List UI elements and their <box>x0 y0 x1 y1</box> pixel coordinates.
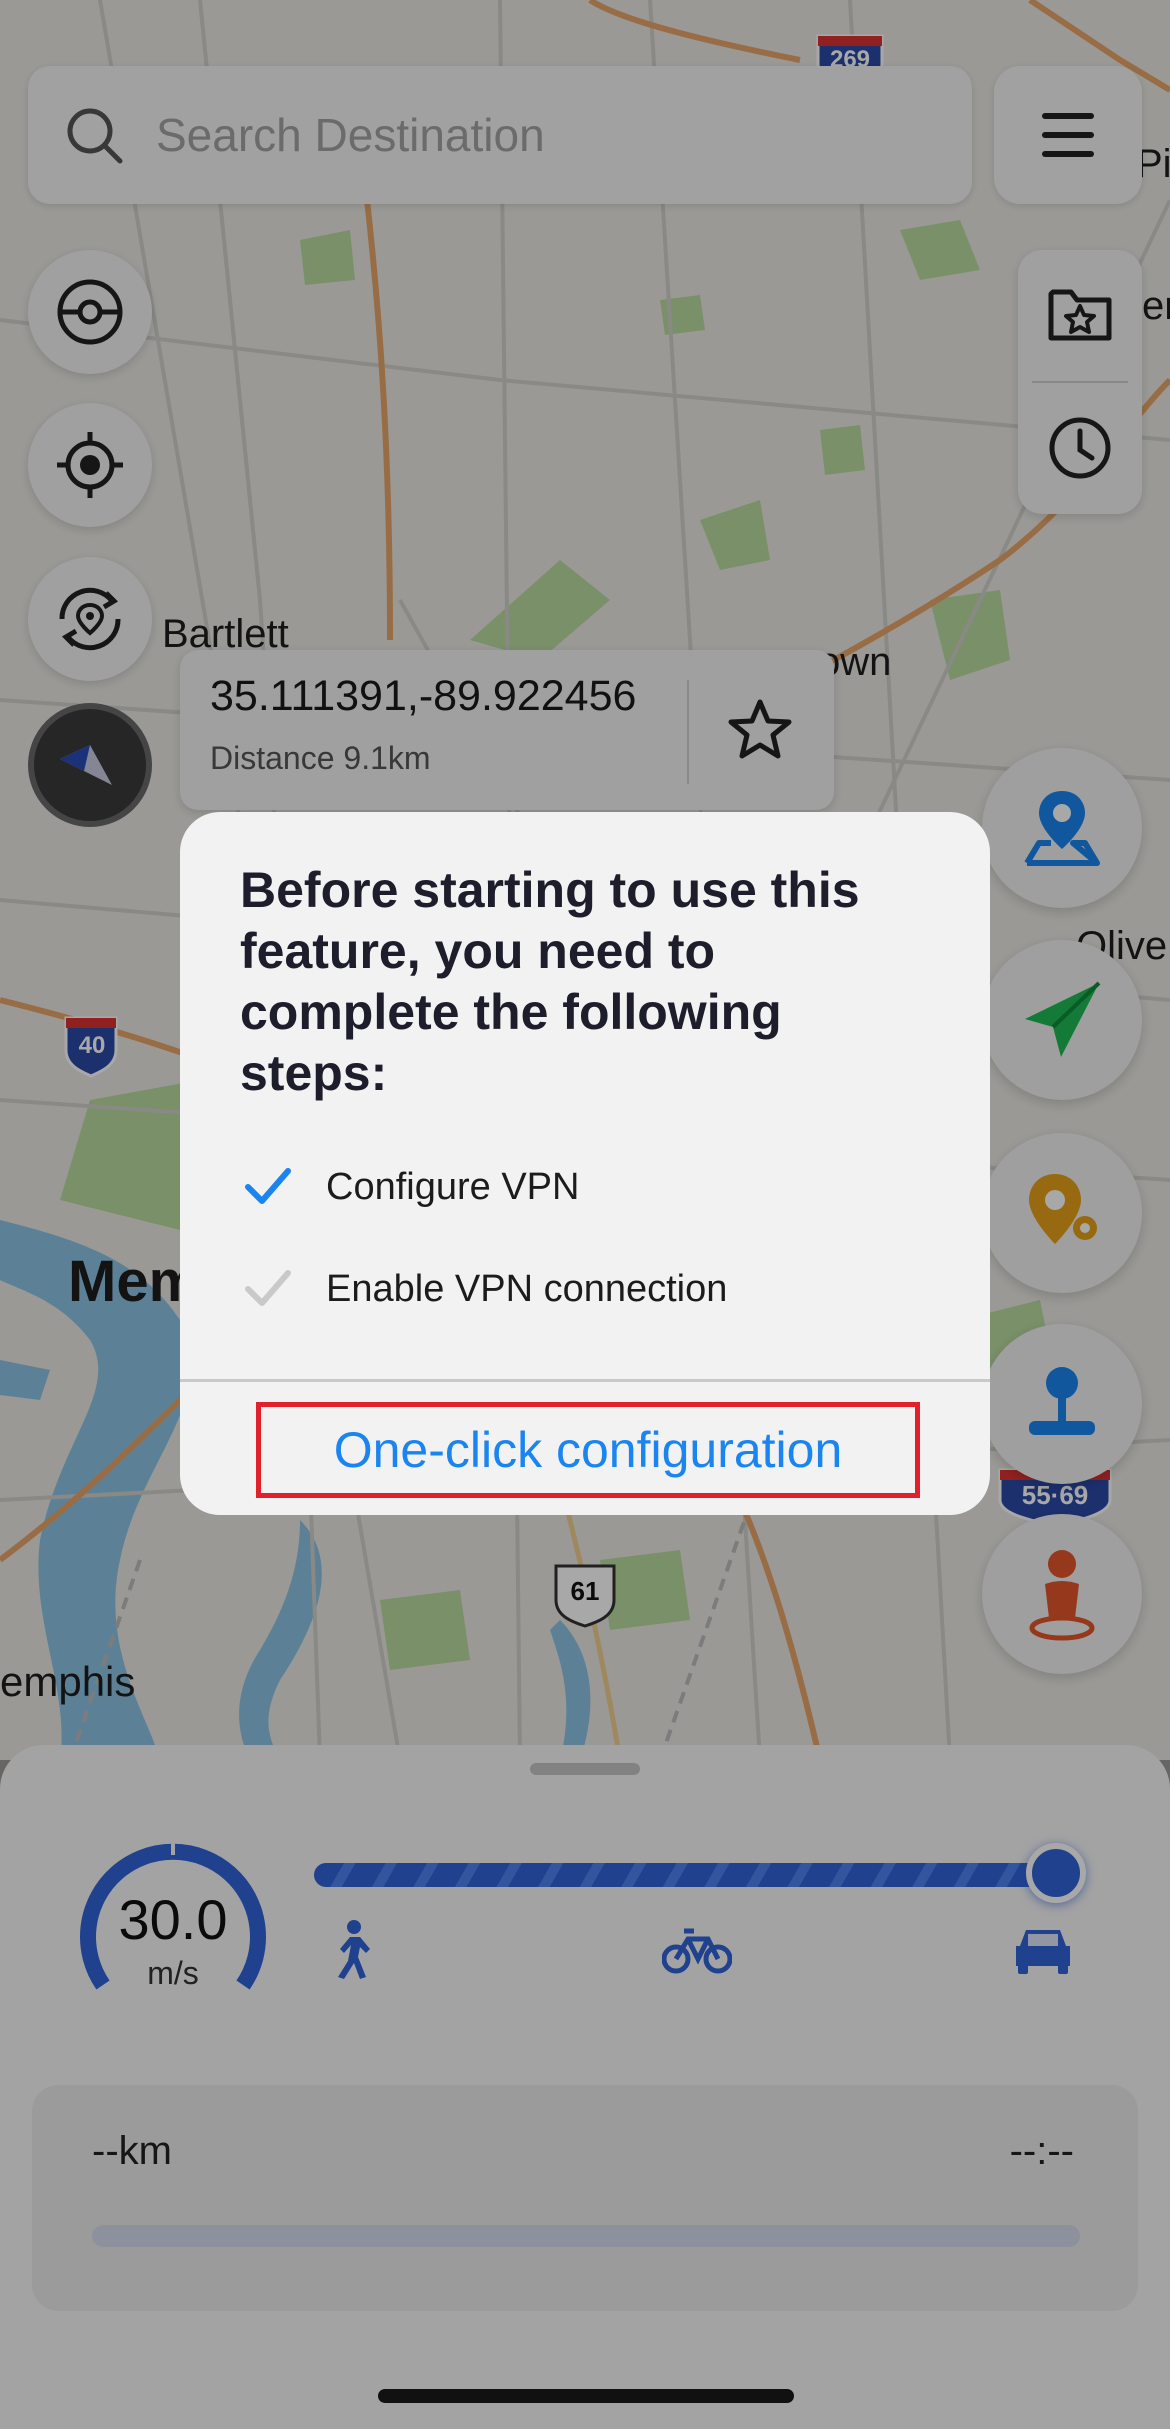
step-configure-vpn: Configure VPN <box>240 1157 960 1217</box>
check-icon <box>240 1261 296 1317</box>
check-icon <box>240 1159 296 1215</box>
dialog-title: Before starting to use this feature, you… <box>240 862 860 1101</box>
dialog-divider <box>180 1379 990 1382</box>
one-click-configuration-button[interactable]: One-click configuration <box>256 1402 920 1498</box>
vpn-setup-dialog: Before starting to use this feature, you… <box>180 812 990 1515</box>
step-enable-vpn: Enable VPN connection <box>240 1259 960 1319</box>
app-screen: Bartlett own Olive Mem emphis Pip en 40 … <box>0 0 1170 2429</box>
home-indicator <box>378 2389 794 2403</box>
step-label: Enable VPN connection <box>326 1267 728 1310</box>
step-label: Configure VPN <box>326 1165 580 1208</box>
